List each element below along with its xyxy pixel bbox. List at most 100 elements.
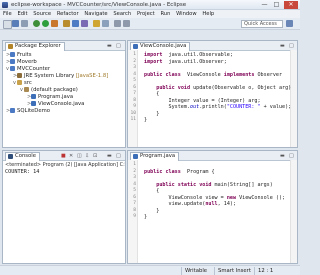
editor-bottom-tabbar: Program.java ▬ □ [128,151,297,161]
java-file-icon [133,44,138,49]
code-line: public static void main(String[] args) [156,181,273,188]
close-button[interactable]: ✕ [284,1,298,9]
project-icon [10,52,15,57]
menu-source[interactable]: Source [33,11,51,17]
package-explorer-icon [8,44,13,49]
tree-item-label: Moverb [17,59,37,65]
remove-launch-icon[interactable]: ✕ [69,153,73,159]
menu-edit[interactable]: Edit [17,11,27,17]
tree-item-program-java[interactable]: > Program.java [27,94,73,101]
tree-item-label: Program.java [38,94,74,100]
line-number: 9 [133,214,136,219]
status-insert-mode: Smart Insert [214,267,254,275]
tree-item-label: src [24,80,32,86]
new-icon[interactable] [3,20,12,29]
back-icon[interactable] [114,20,121,27]
tree-item-mvccounter[interactable]: v MVCCounter [6,66,50,73]
minimize-view-icon[interactable]: ▬ [107,43,112,49]
tree-item-label: SQLiteDemo [17,108,51,114]
quick-access-input[interactable]: Quick Access [241,20,283,28]
console-output: COUNTER: 14 [5,169,40,175]
code-line: public class Program { [144,168,215,175]
print-icon[interactable] [21,20,28,27]
menu-refactor[interactable]: Refactor [57,11,79,17]
new-class-icon[interactable] [72,20,79,27]
menu-navigate[interactable]: Navigate [84,11,107,17]
window-title: eclipse-workspace - MVCCounter/src/ViewC… [11,2,187,8]
code-line: public class ViewConsole implements Obse… [144,71,283,78]
project-icon [10,59,15,64]
package-icon [24,87,29,92]
package-explorer-panel: Package Explorer ▬ □ > Fruits > Moverb v MV… [2,40,126,148]
minimize-view-icon[interactable]: ▬ [280,43,285,49]
code-line: } [144,214,148,220]
clear-console-icon[interactable]: ◫ [77,153,82,159]
scroll-lock-icon[interactable]: ⇩ [85,153,89,159]
tree-item-label: MVCCounter [17,66,51,72]
maximize-view-icon[interactable]: □ [289,43,294,49]
tree-item-default-package[interactable]: v (default package) [20,87,78,94]
maximize-button[interactable]: □ [271,1,282,9]
jre-version-label: [JavaSE-1.8] [75,73,109,79]
console-panel: Console ■ ✕ ◫ ⇩ ⊡ ▬ □ <terminated> Progr… [2,150,126,264]
tab-console[interactable]: Console [5,152,41,161]
menu-help[interactable]: Help [202,11,214,17]
search-icon[interactable] [93,20,100,27]
tab-viewconsole-label: ViewConsole.java [140,43,187,49]
external-tools-icon[interactable] [51,20,58,27]
maximize-view-icon[interactable]: □ [116,153,121,159]
tab-program-label: Program.java [140,153,176,159]
library-icon [17,73,22,78]
java-perspective-icon[interactable] [286,20,293,27]
console-tabbar: Console ■ ✕ ◫ ⇩ ⊡ ▬ □ [3,151,125,161]
pin-console-icon[interactable]: ⊡ [93,153,97,159]
menu-window[interactable]: Window [176,11,196,17]
java-file-icon [31,94,36,99]
tab-package-explorer[interactable]: Package Explorer [5,42,65,51]
editor-program-panel: Program.java ▬ □ 1 2 public class Program … [127,150,298,264]
console-header: <terminated> Program (2) [Java Applicati… [5,162,125,168]
tree-item-label: ViewConsole.java [38,101,85,107]
code-line: public void update(Observable o, Object … [156,84,292,91]
status-writable: Writable [181,267,210,275]
new-java-project-icon[interactable] [63,20,70,27]
code-line: System.out.println("COUNTER: " + value); [144,104,292,110]
tree-item-viewconsole-java[interactable]: > ViewConsole.java [27,101,84,108]
tree-item-jre-library[interactable]: > JRE System Library [JavaSE-1.8] [13,73,108,80]
project-icon [10,66,15,71]
menu-project[interactable]: Project [137,11,155,17]
editor-top-tabbar: ViewConsole.java ▬ □ [128,41,297,51]
tab-package-explorer-label: Package Explorer [15,43,61,49]
minimize-view-icon[interactable]: ▬ [107,153,112,159]
menu-run[interactable]: Run [160,11,170,17]
menu-search[interactable]: Search [113,11,131,17]
tree-item-sqlitedemo[interactable]: > SQLiteDemo [6,108,50,115]
terminate-icon[interactable]: ■ [61,153,66,159]
title-bar: eclipse-workspace - MVCCounter/src/ViewC… [0,0,300,10]
status-cursor-position: 12 : 1 [254,267,276,275]
menu-bar: File Edit Source Refactor Navigate Searc… [0,10,300,18]
save-icon[interactable] [12,20,19,27]
debug-icon[interactable] [33,20,40,27]
open-type-icon[interactable] [81,20,88,27]
overview-ruler [290,50,297,147]
eclipse-app-icon [2,2,8,8]
tree-item-src[interactable]: v src [13,80,32,87]
project-icon [10,108,15,113]
minimize-view-icon[interactable]: ▬ [280,153,285,159]
maximize-view-icon[interactable]: □ [289,153,294,159]
console-icon [8,154,13,159]
minimize-button[interactable]: — [259,1,270,9]
line-number: 11 [130,117,136,122]
tree-item-fruits[interactable]: > Fruits [6,52,32,59]
menu-file[interactable]: File [3,11,12,17]
tab-viewconsole-java[interactable]: ViewConsole.java [130,42,191,51]
package-explorer-tabbar: Package Explorer ▬ □ [3,41,125,51]
annotation-icon[interactable] [102,20,109,27]
tab-console-label: Console [15,153,37,159]
run-icon[interactable] [42,20,49,27]
maximize-view-icon[interactable]: □ [116,43,121,49]
tree-item-label: JRE System Library [24,73,75,79]
tree-item-moverb[interactable]: > Moverb [6,59,37,66]
forward-icon[interactable] [123,20,130,27]
